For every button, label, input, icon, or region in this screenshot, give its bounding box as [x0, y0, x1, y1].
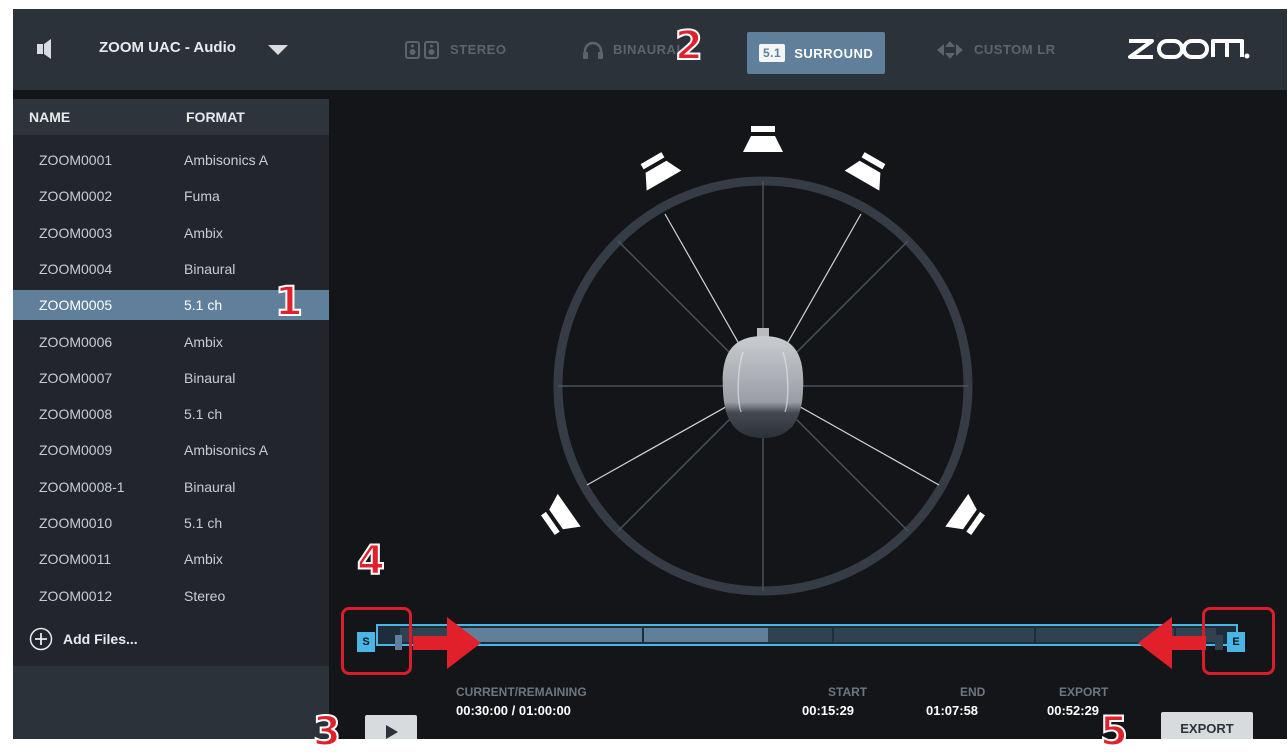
file-row[interactable]: ZOOM0002 Fuma	[13, 181, 329, 211]
sidebar-footer	[13, 666, 329, 739]
timeline-segment	[458, 628, 642, 642]
callout-5: 5	[1099, 709, 1129, 755]
surround-field-view	[541, 126, 985, 596]
file-name: ZOOM0003	[39, 224, 113, 241]
file-format: Binaural	[184, 369, 236, 386]
speaker-surround-right-icon	[945, 493, 985, 536]
microphone-icon	[722, 328, 804, 438]
file-format: Ambisonics A	[184, 442, 269, 459]
file-name: ZOOM0007	[39, 369, 113, 386]
arrow-left-icon	[1138, 617, 1206, 669]
current-remaining-label: CURRENT/REMAINING	[456, 685, 587, 699]
file-row[interactable]: ZOOM0001 Ambisonics A	[13, 145, 329, 175]
mode-stereo[interactable]: STEREO	[405, 9, 506, 90]
speaker-right-icon	[844, 152, 886, 191]
file-format: Stereo	[184, 587, 226, 604]
column-format-header[interactable]: FORMAT	[186, 109, 245, 125]
file-row[interactable]: ZOOM0008-1 Binaural	[13, 472, 329, 502]
file-format: Ambix	[184, 224, 223, 241]
mode-surround-label: SURROUND	[794, 45, 874, 61]
file-name: ZOOM0006	[39, 333, 113, 350]
callout-1: 1	[274, 279, 304, 325]
file-row[interactable]: ZOOM0008 5.1 ch	[13, 399, 329, 429]
file-name: ZOOM0001	[39, 152, 113, 168]
export-value: 00:52:29	[1047, 703, 1100, 718]
file-name: ZOOM0004	[39, 260, 113, 277]
column-name-header[interactable]: NAME	[29, 109, 70, 125]
file-name: ZOOM0011	[39, 551, 112, 568]
end-label: END	[960, 685, 986, 699]
file-format: Ambix	[184, 551, 223, 568]
file-format: 5.1 ch	[184, 406, 223, 423]
file-row[interactable]: ZOOM0011 Ambix	[13, 544, 329, 574]
file-list-panel: NAME FORMAT ZOOM0001 Ambisonics A ZOOM0002…	[13, 99, 329, 739]
file-name: ZOOM0008	[39, 406, 113, 423]
callout-2: 2	[674, 23, 704, 69]
mode-stereo-label: STEREO	[450, 42, 507, 57]
export-label: EXPORT	[1059, 685, 1109, 699]
end-value: 01:07:58	[926, 703, 979, 718]
app-window: ZOOM UAC - Audio STEREO BINAURAL 5.1 SUR…	[13, 9, 1287, 739]
play-button[interactable]	[365, 715, 417, 739]
file-name: ZOOM0002	[39, 188, 113, 205]
timeline-segment	[644, 628, 768, 642]
mode-surround[interactable]: 5.1 SURROUND	[747, 32, 886, 74]
arrow-right-icon	[413, 617, 481, 669]
export-button[interactable]: EXPORT	[1161, 712, 1253, 739]
callout-4: 4	[356, 538, 386, 584]
file-format: Fuma	[184, 188, 220, 205]
mode-binaural[interactable]: BINAURAL	[582, 9, 685, 90]
file-row[interactable]: ZOOM0006 Ambix	[13, 327, 329, 357]
file-format: Binaural	[184, 478, 236, 495]
timeline-segment	[834, 628, 1034, 642]
speaker-left-icon	[640, 152, 682, 191]
custom-lr-icon	[937, 40, 963, 59]
file-row[interactable]: ZOOM0010 5.1 ch	[13, 508, 329, 538]
start-label: START	[828, 685, 868, 699]
speakers-icon	[405, 40, 439, 59]
chevron-down-icon[interactable]	[268, 45, 288, 55]
mode-custom-lr-label: CUSTOM LR	[974, 42, 1056, 57]
file-name: ZOOM0010	[39, 515, 113, 531]
callout-3: 3	[312, 709, 342, 755]
device-name[interactable]: ZOOM UAC - Audio	[99, 39, 236, 56]
file-format: 5.1 ch	[184, 515, 223, 531]
mode-custom-lr[interactable]: CUSTOM LR	[935, 9, 1056, 90]
file-row[interactable]: ZOOM0003 Ambix	[13, 218, 329, 248]
timeline-track[interactable]	[376, 624, 1238, 646]
add-files-label: Add Files...	[63, 631, 138, 647]
start-value: 00:15:29	[802, 703, 855, 718]
speaker-icon[interactable]	[37, 38, 55, 60]
file-row[interactable]: ZOOM0009 Ambisonics A	[13, 435, 329, 465]
headphones-icon	[583, 41, 603, 59]
callout-box-start	[341, 607, 412, 675]
file-list-header: NAME FORMAT	[13, 99, 329, 135]
speaker-center-icon	[743, 126, 783, 152]
speaker-surround-left-icon	[541, 493, 581, 536]
add-circle-icon	[29, 627, 53, 651]
surround-badge: 5.1	[759, 44, 786, 62]
file-format: Binaural	[184, 260, 236, 277]
file-format: Ambisonics A	[184, 152, 269, 168]
file-format: Ambix	[184, 333, 223, 350]
current-remaining-value: 00:30:00 / 01:00:00	[456, 703, 571, 718]
callout-box-end	[1202, 607, 1275, 675]
zoom-logo	[1128, 39, 1250, 59]
file-row[interactable]: ZOOM0012 Stereo	[13, 581, 329, 611]
file-name: ZOOM0005	[39, 297, 113, 314]
file-name: ZOOM0012	[39, 587, 113, 604]
file-row[interactable]: ZOOM0007 Binaural	[13, 363, 329, 393]
add-files-button[interactable]: Add Files...	[29, 627, 138, 651]
file-name: ZOOM0009	[39, 442, 113, 459]
file-name: ZOOM0008-1	[39, 478, 125, 495]
timeline-segment	[768, 628, 832, 642]
top-bar: ZOOM UAC - Audio STEREO BINAURAL 5.1 SUR…	[13, 9, 1287, 90]
file-format: 5.1 ch	[184, 297, 223, 314]
